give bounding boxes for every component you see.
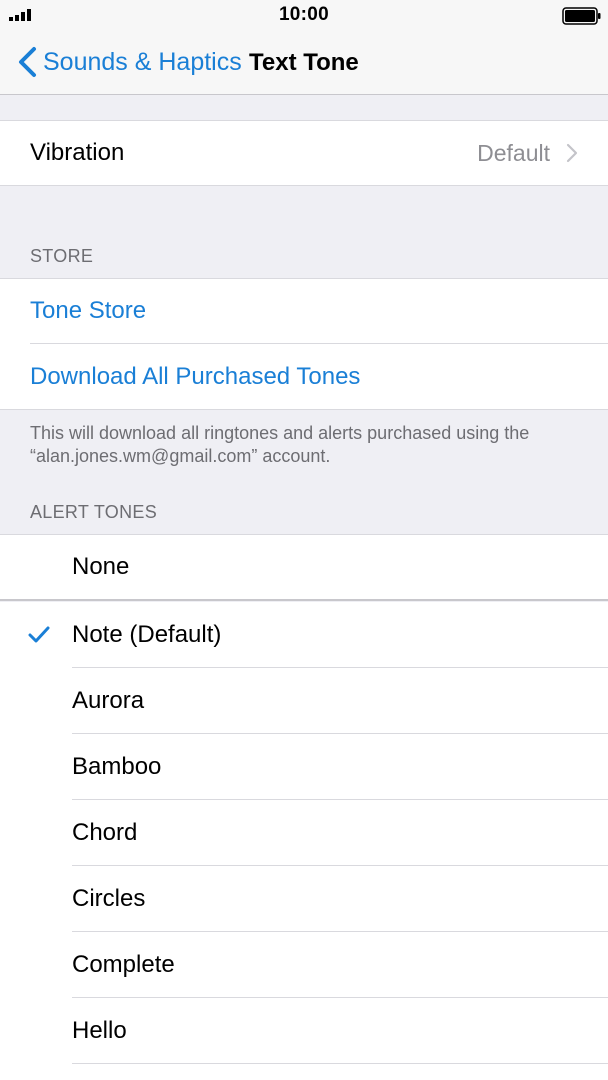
vibration-group: Vibration Default [0, 120, 608, 186]
tone-row-bamboo[interactable]: Bamboo [0, 734, 608, 800]
vibration-row[interactable]: Vibration Default [0, 120, 608, 186]
battery-icon [562, 7, 601, 25]
navigation-bar: Sounds & Haptics Text Tone [0, 32, 608, 95]
page-title: Text Tone [249, 49, 359, 76]
tone-row-chord[interactable]: Chord [0, 800, 608, 866]
tone-row-hello[interactable]: Hello [0, 998, 608, 1064]
tone-row-circles[interactable]: Circles [0, 866, 608, 932]
tone-label: Aurora [72, 687, 145, 714]
tone-store-link: Tone Store [30, 297, 147, 324]
alert-tones-section-header: ALERT TONES [30, 502, 158, 522]
tone-label: Hello [72, 1017, 127, 1044]
tone-label: Bamboo [72, 753, 162, 780]
tone-label: Chord [72, 819, 138, 846]
tone-label: None [72, 553, 130, 580]
vibration-label: Vibration [30, 139, 125, 166]
store-group: Tone Store Download All Purchased Tones [0, 278, 608, 410]
tone-label: Note (Default) [72, 621, 222, 648]
checkmark-icon [28, 626, 50, 643]
back-button-label: Sounds & Haptics [43, 47, 242, 76]
tone-label: Circles [72, 885, 146, 912]
download-all-row[interactable]: Download All Purchased Tones [0, 344, 608, 410]
tone-row-note[interactable]: Note (Default) [0, 602, 608, 668]
tone-row-aurora[interactable]: Aurora [0, 668, 608, 734]
vibration-value: Default [477, 139, 550, 166]
status-bar: 10:00 [0, 0, 608, 32]
download-all-link: Download All Purchased Tones [30, 363, 361, 390]
store-footer-note: This will download all ringtones and ale… [30, 423, 530, 466]
tone-row-none[interactable]: None [0, 534, 608, 600]
store-section-header: STORE [30, 246, 94, 266]
chevron-right-icon [566, 143, 578, 163]
chevron-left-icon [19, 47, 36, 77]
back-button[interactable]: Sounds & Haptics [16, 45, 242, 79]
none-group: None [0, 534, 608, 601]
tone-label: Complete [72, 951, 175, 978]
alert-tones-list: Note (Default) Aurora Bamboo Chord Circl… [0, 602, 608, 1080]
tone-row-complete[interactable]: Complete [0, 932, 608, 998]
tone-store-row[interactable]: Tone Store [0, 278, 608, 344]
status-time: 10:00 [278, 4, 330, 25]
